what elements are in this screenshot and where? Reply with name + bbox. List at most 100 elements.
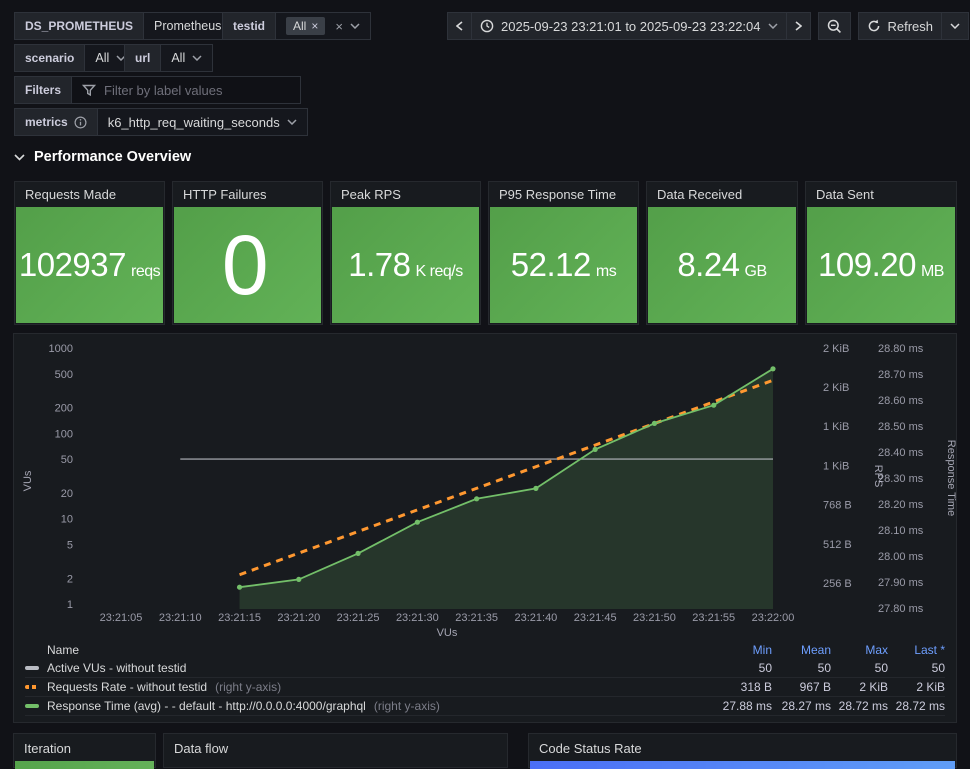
url-select[interactable]: All	[160, 44, 214, 72]
panel-title: P95 Response Time	[499, 187, 617, 202]
panel-code-status-rate: Code Status Rate	[528, 733, 957, 769]
stat-value: 8.24	[677, 246, 740, 283]
testid-select[interactable]: All × ×	[275, 12, 371, 40]
svg-text:50: 50	[61, 454, 73, 466]
svg-text:100: 100	[55, 428, 73, 440]
svg-text:28.50 ms: 28.50 ms	[878, 421, 924, 433]
stat-panel-data-sent: Data Sent 109.20 MB	[805, 181, 957, 325]
refresh-label: Refresh	[887, 18, 934, 34]
refresh-icon	[867, 19, 881, 33]
stat-value: 52.12	[510, 246, 592, 283]
panel-iteration: Iteration	[13, 733, 156, 769]
testid-chip[interactable]: All ×	[286, 17, 326, 35]
svg-text:1000: 1000	[49, 343, 73, 355]
svg-text:500: 500	[55, 369, 73, 381]
refresh-button[interactable]: Refresh	[857, 12, 943, 40]
panel-title: Data flow	[174, 741, 229, 756]
svg-text:23:21:15: 23:21:15	[218, 612, 261, 624]
svg-text:5: 5	[67, 539, 73, 551]
datasource-picker: DS_PROMETHEUS Prometheus	[14, 12, 250, 40]
time-controls: 2025-09-23 23:21:01 to 2025-09-23 23:22:…	[447, 12, 970, 40]
section-performance-overview[interactable]: Performance Overview	[14, 149, 191, 165]
section-title: Performance Overview	[34, 149, 192, 165]
stat-body: 0	[174, 207, 321, 323]
panel-title: Iteration	[24, 741, 71, 756]
legend-row-active-vus[interactable]: Active VUs - without testid 50 50 50 50	[25, 659, 945, 678]
stat-body: 8.24 GB	[648, 207, 796, 323]
time-shift-back-button[interactable]	[447, 12, 472, 40]
clear-all-icon[interactable]: ×	[335, 19, 343, 34]
refresh-interval-dropdown[interactable]	[941, 12, 970, 40]
svg-text:200: 200	[55, 403, 73, 415]
zoom-out-time-button[interactable]	[817, 12, 851, 40]
legend-row-response-time[interactable]: Response Time (avg) - - default - http:/…	[25, 697, 945, 716]
stat-body: 1.78 K req/s	[332, 207, 479, 323]
svg-text:1 KiB: 1 KiB	[823, 460, 849, 472]
svg-text:23:21:20: 23:21:20	[277, 612, 320, 624]
metrics-select[interactable]: k6_http_req_waiting_seconds	[96, 108, 308, 136]
chip-remove-icon[interactable]: ×	[311, 19, 318, 33]
svg-text:10: 10	[61, 514, 73, 526]
panel-title: Code Status Rate	[539, 741, 642, 756]
stat-body: 102937 reqs	[16, 207, 163, 323]
svg-text:1: 1	[67, 599, 73, 611]
panel-title: Peak RPS	[341, 187, 401, 202]
svg-text:28.20 ms: 28.20 ms	[878, 499, 924, 511]
metrics-label: metrics	[14, 108, 98, 136]
svg-text:28.00 ms: 28.00 ms	[878, 551, 924, 563]
legend-col-last[interactable]: Last *	[888, 643, 945, 657]
testid-label: testid	[222, 12, 277, 40]
info-icon[interactable]	[74, 115, 87, 129]
funnel-icon	[82, 84, 97, 97]
stat-panel-data-received: Data Received 8.24 GB	[646, 181, 798, 325]
legend-col-mean[interactable]: Mean	[772, 643, 831, 657]
chevron-down-icon	[350, 23, 360, 29]
svg-text:28.10 ms: 28.10 ms	[878, 525, 924, 537]
svg-text:VUs: VUs	[22, 470, 34, 491]
clock-icon	[480, 19, 494, 33]
svg-text:23:21:30: 23:21:30	[396, 612, 439, 624]
legend-row-requests-rate[interactable]: Requests Rate - without testid (right y-a…	[25, 678, 945, 697]
chevron-down-icon	[192, 55, 202, 61]
svg-text:23:22:00: 23:22:00	[752, 612, 795, 624]
svg-text:20: 20	[61, 488, 73, 500]
stat-panel-peak-rps: Peak RPS 1.78 K req/s	[330, 181, 481, 325]
label-filters: Filters Filter by label values	[14, 76, 302, 104]
svg-text:2 KiB: 2 KiB	[823, 343, 849, 355]
panel-title: Requests Made	[25, 187, 117, 202]
stat-unit: K req/s	[415, 263, 464, 280]
series-swatch	[25, 685, 39, 689]
series-swatch	[25, 704, 39, 708]
svg-text:23:21:55: 23:21:55	[692, 612, 735, 624]
svg-text:23:21:25: 23:21:25	[337, 612, 380, 624]
svg-text:2: 2	[67, 573, 73, 585]
svg-text:28.30 ms: 28.30 ms	[878, 473, 924, 485]
legend-header: Name Min Mean Max Last *	[25, 641, 945, 659]
stat-value: 1.78	[348, 246, 411, 283]
svg-text:28.40 ms: 28.40 ms	[878, 447, 924, 459]
stat-panel-http-failures: HTTP Failures 0	[172, 181, 323, 325]
legend-col-min[interactable]: Min	[713, 643, 772, 657]
svg-text:27.90 ms: 27.90 ms	[878, 577, 924, 589]
chevron-down-icon	[14, 153, 25, 161]
chevron-down-icon	[287, 119, 297, 125]
magnifier-minus-icon	[827, 19, 842, 34]
timeseries-chart[interactable]: 23:21:05 23:21:10 23:21:15 23:21:20 23:21:25…	[14, 334, 958, 640]
time-range-picker[interactable]: 2025-09-23 23:21:01 to 2025-09-23 23:22:…	[471, 12, 787, 40]
url-label: url	[124, 44, 162, 72]
time-shift-forward-button[interactable]	[785, 12, 811, 40]
svg-text:23:21:50: 23:21:50	[633, 612, 676, 624]
stat-value: 102937	[18, 246, 127, 283]
stat-body: 109.20 MB	[807, 207, 955, 323]
stat-panel-requests-made: Requests Made 102937 reqs	[14, 181, 165, 325]
svg-text:768 B: 768 B	[823, 500, 852, 512]
legend-col-name[interactable]: Name	[25, 643, 713, 657]
legend-table: Name Min Mean Max Last * Active VUs - wi…	[14, 641, 956, 716]
scenario-label: scenario	[14, 44, 86, 72]
svg-text:512 B: 512 B	[823, 539, 852, 551]
filter-input[interactable]: Filter by label values	[71, 76, 302, 104]
panel-title: HTTP Failures	[183, 187, 267, 202]
stat-value: 0	[221, 217, 269, 312]
filter-placeholder: Filter by label values	[104, 82, 223, 98]
legend-col-max[interactable]: Max	[831, 643, 888, 657]
